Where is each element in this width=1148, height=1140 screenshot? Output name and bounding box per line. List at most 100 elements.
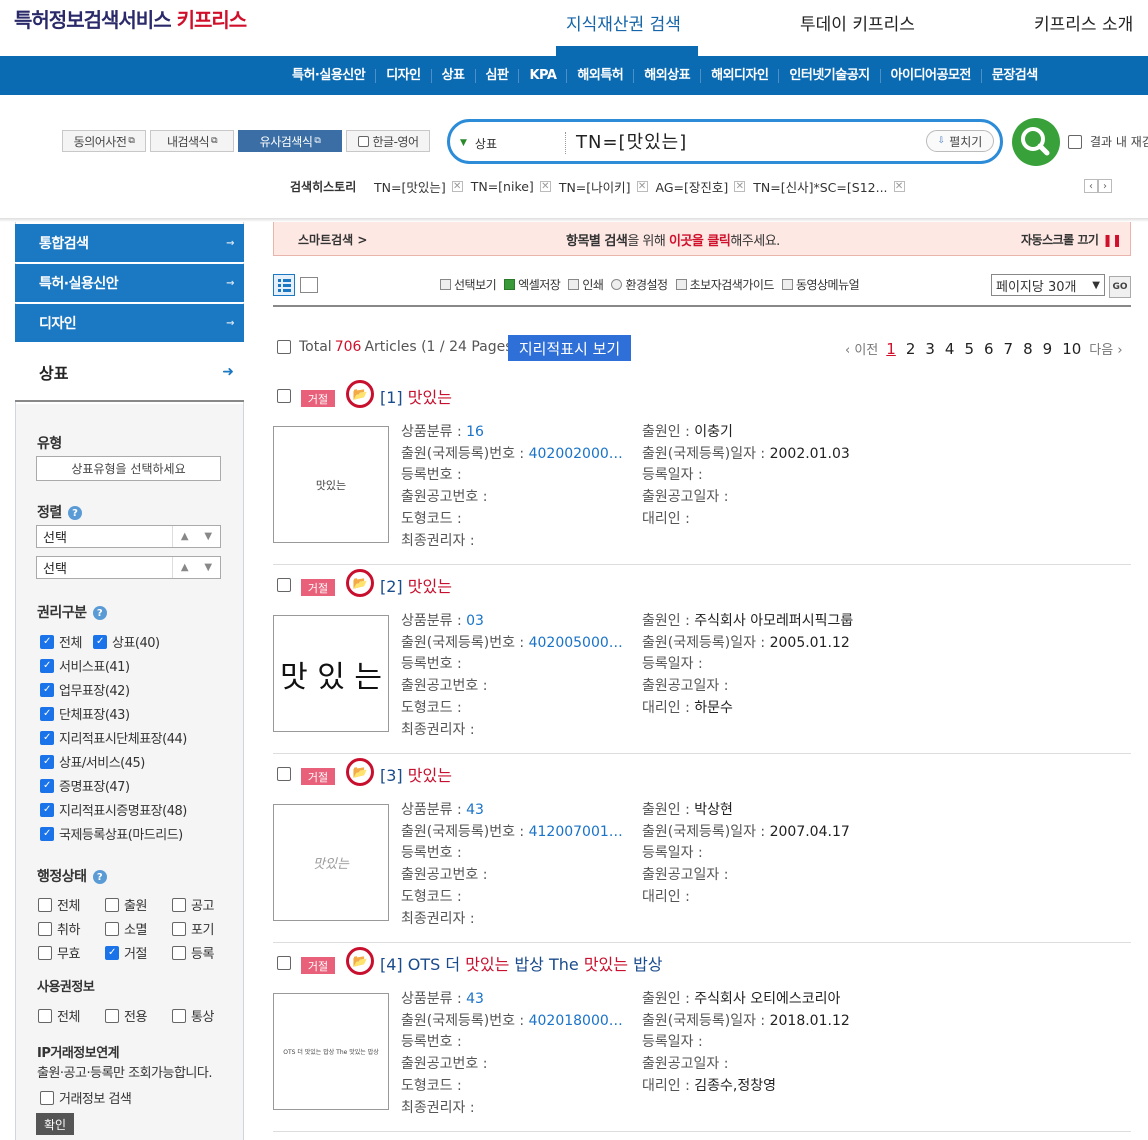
rights-checkbox[interactable]: ✓ 서비스표(41)	[40, 656, 130, 675]
expand-button[interactable]: ⇩ 펼치기	[926, 130, 994, 152]
go-button[interactable]: GO	[1109, 276, 1131, 298]
chevron-right-icon[interactable]: ›	[1098, 179, 1112, 193]
usage-checkbox[interactable]: 통상	[172, 1006, 214, 1025]
trademark-image[interactable]: 맛있는	[273, 426, 389, 543]
close-icon[interactable]: ✕	[539, 181, 551, 192]
sidebar-tab-integrated[interactable]: 통합검색 →	[15, 224, 244, 263]
menu-trademark[interactable]: 상표	[430, 68, 475, 83]
history-item[interactable]: TN=[나이키] ✕	[559, 177, 648, 196]
menu-patent[interactable]: 특허·실용신안	[282, 68, 375, 83]
history-item[interactable]: TN=[맛있는] ✕	[374, 177, 463, 196]
result-title[interactable]: [2] 맛있는	[380, 573, 452, 597]
chevron-up-icon[interactable]: ▲	[173, 557, 197, 578]
help-icon[interactable]: ?	[67, 506, 82, 520]
rights-checkbox[interactable]: ✓ 전체	[40, 632, 82, 651]
prev-page-button[interactable]: ‹ 이전	[845, 339, 878, 358]
folder-icon[interactable]: 📂	[346, 947, 374, 975]
rights-checkbox[interactable]: ✓ 상표(40)	[93, 632, 160, 651]
folder-icon[interactable]: 📂	[346, 569, 374, 597]
status-checkbox[interactable]: 출원	[105, 895, 147, 914]
excel-save-button[interactable]: 엑셀저장	[504, 276, 561, 293]
result-checkbox[interactable]	[277, 767, 291, 781]
select-all-checkbox[interactable]	[277, 340, 291, 354]
type-select[interactable]: 상표유형을 선택하세요	[36, 456, 221, 481]
topnav-today[interactable]: 투데이 키프리스	[800, 10, 915, 35]
topnav-about[interactable]: 키프리스 소개	[1034, 10, 1133, 35]
status-checkbox[interactable]: ✓ 거절	[105, 943, 147, 962]
status-checkbox[interactable]: 소멸	[105, 919, 147, 938]
rights-checkbox[interactable]: ✓ 지리적표시증명표장(48)	[40, 800, 187, 819]
help-icon[interactable]: ?	[92, 870, 107, 884]
trademark-image[interactable]: OTS 더 맛있는 밥상 The 맛있는 밥상	[273, 993, 389, 1110]
status-checkbox[interactable]: 취하	[38, 919, 80, 938]
rights-checkbox[interactable]: ✓ 국제등록상표(마드리드)	[40, 824, 183, 843]
trademark-image[interactable]: 맛있는	[273, 804, 389, 921]
application-number-link[interactable]: 4020180000...	[529, 1011, 625, 1033]
site-logo[interactable]: 특허정보검색서비스 키프리스	[14, 4, 247, 33]
menu-foreign-design[interactable]: 해외디자인	[700, 68, 778, 83]
page-link[interactable]: 1	[886, 340, 896, 358]
menu-trial[interactable]: 심판	[474, 68, 519, 83]
menu-foreign-patent[interactable]: 해외특허	[566, 68, 633, 83]
chevron-down-icon[interactable]: ▼	[197, 526, 221, 547]
topnav-ip-search[interactable]: 지식재산권 검색	[566, 10, 681, 35]
page-link[interactable]: 6	[984, 340, 994, 358]
synonym-dict-button[interactable]: 동의어사전 ⧉	[62, 130, 146, 152]
sidebar-tab-patent[interactable]: 특허·실용신안 →	[15, 264, 244, 303]
page-link[interactable]: 2	[906, 340, 916, 358]
status-checkbox[interactable]: 무효	[38, 943, 80, 962]
sort-select-1[interactable]: 선택 ▲ ▼	[36, 525, 221, 548]
close-icon[interactable]: ✕	[451, 181, 463, 192]
page-link[interactable]: 3	[925, 340, 935, 358]
trademark-image[interactable]: 맛 있 는	[273, 615, 389, 732]
status-checkbox[interactable]: 전체	[38, 895, 80, 914]
result-title[interactable]: [1] 맛있는	[380, 384, 452, 408]
next-page-button[interactable]: 다음 ›	[1089, 339, 1122, 358]
result-title[interactable]: [4] OTS 더 맛있는 밥상 The 맛있는 밥상	[380, 951, 663, 975]
search-within-results[interactable]: 결과 내 재검	[1068, 133, 1148, 150]
korean-english-toggle[interactable]: 한글-영어	[346, 130, 430, 152]
application-number-link[interactable]: 4120070010...	[529, 822, 625, 844]
result-title[interactable]: [3] 맛있는	[380, 762, 452, 786]
video-manual-button[interactable]: 동영상메뉴얼	[781, 276, 860, 293]
close-icon[interactable]: ✕	[636, 181, 648, 192]
chevron-up-icon[interactable]: ▲	[173, 526, 197, 547]
sidebar-tab-design[interactable]: 디자인 →	[15, 304, 244, 343]
history-item[interactable]: AG=[장진호] ✕	[656, 177, 746, 196]
autoscroll-toggle[interactable]: 자동스크롤 끄기 ❚❚	[1021, 231, 1122, 248]
page-link[interactable]: 9	[1043, 340, 1053, 358]
smart-search-label[interactable]: 스마트검색 >	[298, 231, 367, 248]
menu-foreign-trademark[interactable]: 해외상표	[633, 68, 700, 83]
history-item[interactable]: TN=[신사]*SC=[S12... ✕	[753, 177, 905, 196]
search-field-select[interactable]: ▼ 상표	[460, 132, 566, 154]
smart-search-message[interactable]: 항목별 검색을 위해 이곳을 클릭해주세요.	[566, 230, 780, 249]
usage-checkbox[interactable]: 전용	[105, 1006, 147, 1025]
image-view-icon[interactable]	[300, 277, 318, 293]
history-item[interactable]: TN=[nike] ✕	[471, 177, 551, 196]
folder-icon[interactable]: 📂	[346, 380, 374, 408]
result-checkbox[interactable]	[277, 389, 291, 403]
result-checkbox[interactable]	[277, 956, 291, 970]
geo-indication-button[interactable]: 지리적표시 보기	[508, 335, 631, 361]
select-view-button[interactable]: 선택보기	[440, 276, 497, 293]
help-icon[interactable]: ?	[92, 606, 107, 620]
page-link[interactable]: 4	[945, 340, 955, 358]
folder-icon[interactable]: 📂	[346, 758, 374, 786]
page-link[interactable]: 5	[964, 340, 974, 358]
rights-checkbox[interactable]: ✓ 상표/서비스(45)	[40, 752, 145, 771]
beginner-guide-button[interactable]: 초보자검색가이드	[675, 276, 774, 293]
menu-tech-disclosure[interactable]: 인터넷기술공지	[778, 68, 879, 83]
status-checkbox[interactable]: 포기	[172, 919, 214, 938]
settings-button[interactable]: 환경설정	[611, 276, 668, 293]
menu-kpa[interactable]: KPA	[518, 68, 566, 83]
similar-query-button[interactable]: 유사검색식 ⧉	[238, 130, 342, 152]
sort-select-2[interactable]: 선택 ▲ ▼	[36, 556, 221, 579]
page-link[interactable]: 7	[1004, 340, 1014, 358]
list-view-icon[interactable]	[273, 274, 295, 296]
search-submit-button[interactable]	[1012, 118, 1060, 166]
status-checkbox[interactable]: 등록	[172, 943, 214, 962]
rights-checkbox[interactable]: ✓ 지리적표시단체표장(44)	[40, 728, 187, 747]
chevron-down-icon[interactable]: ▼	[197, 557, 221, 578]
confirm-button[interactable]: 확인	[36, 1113, 74, 1135]
close-icon[interactable]: ✕	[893, 181, 905, 192]
